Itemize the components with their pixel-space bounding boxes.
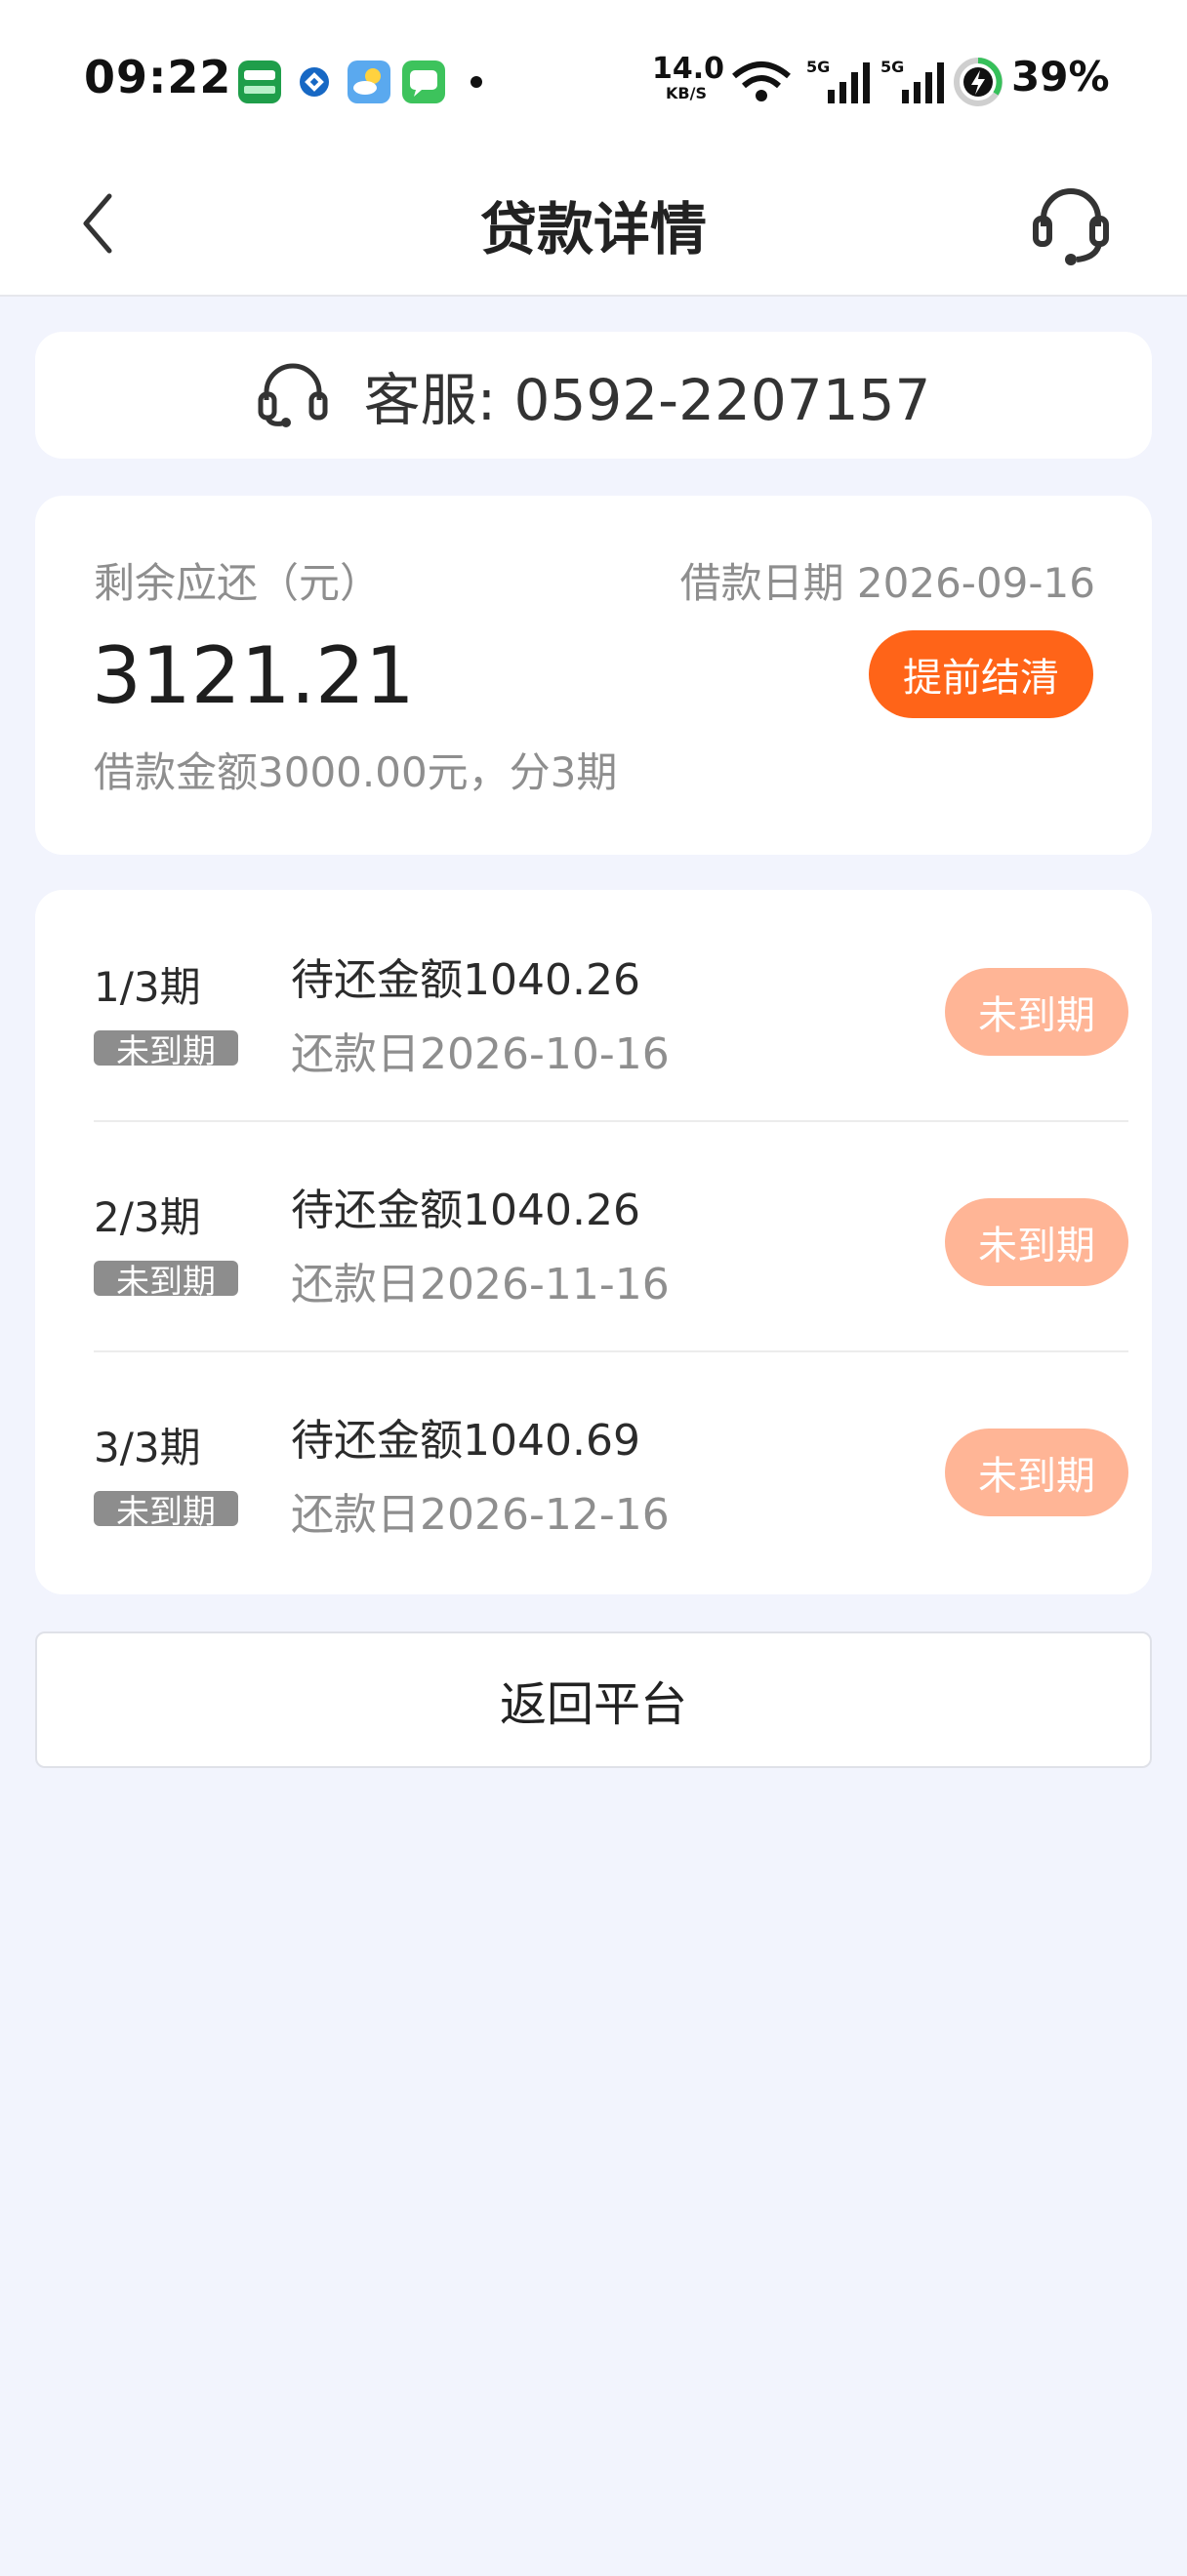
ccb-bank-icon xyxy=(293,60,336,103)
installment-due-date: 还款日2026-10-16 xyxy=(291,1029,670,1079)
messages-icon xyxy=(402,60,445,103)
network-speed: 14.0 KB/S xyxy=(652,52,725,102)
svg-text:5G: 5G xyxy=(880,58,904,76)
installment-row: 1/3期 未到期 待还金额1040.26 还款日2026-10-16 未到期 xyxy=(94,890,1128,1122)
installment-list-card: 1/3期 未到期 待还金额1040.26 还款日2026-10-16 未到期 2… xyxy=(35,890,1152,1594)
signal-5g-icon-2: 5G xyxy=(880,58,944,103)
installment-row: 3/3期 未到期 待还金额1040.69 还款日2026-12-16 未到期 xyxy=(94,1350,1128,1581)
status-time: 09:22 xyxy=(84,51,232,103)
installment-due-date: 还款日2026-11-16 xyxy=(291,1260,670,1309)
header-area: 09:22 14.0 KB/S 5G 5G 39% 贷款详情 xyxy=(0,0,1187,297)
headphones-icon xyxy=(257,363,329,427)
service-phone-text: 客服: 0592-2207157 xyxy=(363,367,931,433)
installment-badge: 未到期 xyxy=(94,1261,238,1302)
loan-info: 借款金额3000.00元，分3期 xyxy=(94,748,618,796)
installment-due-amount: 待还金额1040.26 xyxy=(291,955,640,1005)
installment-period: 3/3期 xyxy=(94,1424,201,1471)
installment-status-button[interactable]: 未到期 xyxy=(945,968,1128,1056)
weather-icon xyxy=(348,60,390,103)
status-bar: 09:22 14.0 KB/S 5G 5G 39% xyxy=(0,0,1187,156)
return-platform-button[interactable]: 返回平台 xyxy=(35,1631,1152,1768)
battery-charging-icon xyxy=(954,58,1003,106)
installment-period: 1/3期 xyxy=(94,963,201,1011)
installment-status-button[interactable]: 未到期 xyxy=(945,1198,1128,1286)
installment-status-button[interactable]: 未到期 xyxy=(945,1429,1128,1516)
installment-period: 2/3期 xyxy=(94,1193,201,1241)
remaining-amount: 3121.21 xyxy=(92,630,415,721)
remaining-label: 剩余应还（元） xyxy=(94,559,382,607)
loan-date: 借款日期 2026-09-16 xyxy=(679,559,1095,607)
battery-percent: 39% xyxy=(1011,53,1110,101)
page-title: 贷款详情 xyxy=(479,196,707,262)
installment-due-date: 还款日2026-12-16 xyxy=(291,1490,670,1540)
early-payoff-button[interactable]: 提前结清 xyxy=(869,630,1093,718)
installment-due-amount: 待还金额1040.26 xyxy=(291,1186,640,1235)
signal-5g-icon: 5G xyxy=(806,58,870,103)
notification-dot xyxy=(471,76,482,88)
installment-due-amount: 待还金额1040.69 xyxy=(291,1416,640,1466)
installment-badge: 未到期 xyxy=(94,1030,238,1071)
installment-badge: 未到期 xyxy=(94,1491,238,1532)
oppo-app-icon xyxy=(238,60,281,103)
nav-bar: 贷款详情 xyxy=(0,156,1187,295)
installment-row: 2/3期 未到期 待还金额1040.26 还款日2026-11-16 未到期 xyxy=(94,1120,1128,1352)
net-speed-value: 14.0 xyxy=(652,52,725,86)
net-speed-unit: KB/S xyxy=(666,84,707,102)
customer-service-button[interactable] xyxy=(1027,176,1115,273)
headset-icon xyxy=(1033,188,1109,265)
service-phone-card[interactable]: 客服: 0592-2207157 xyxy=(35,332,1152,459)
loan-summary-card: 剩余应还（元） 借款日期 2026-09-16 3121.21 提前结清 借款金… xyxy=(35,496,1152,855)
svg-text:5G: 5G xyxy=(806,58,830,76)
wifi-icon xyxy=(732,61,791,101)
